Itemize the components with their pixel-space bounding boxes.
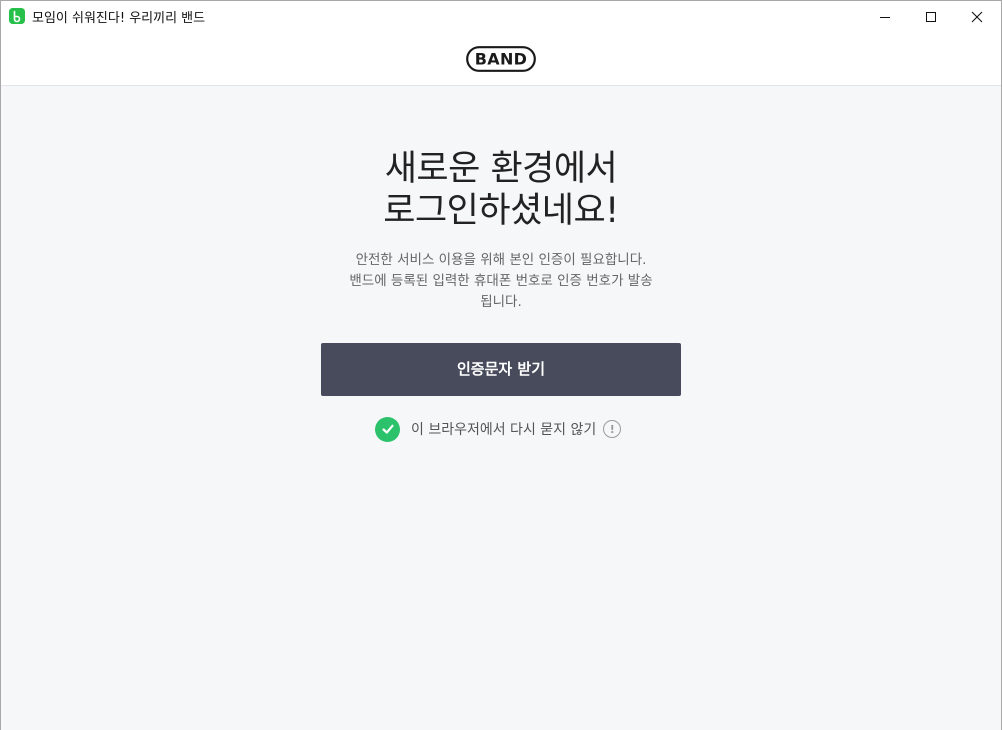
verification-description: 안전한 서비스 이용을 위해 본인 인증이 필요합니다. 밴드에 등록된 입력한…: [251, 250, 751, 313]
minimize-icon: [880, 17, 890, 18]
brand-header: BAND: [1, 33, 1001, 86]
close-button[interactable]: [954, 1, 1000, 33]
band-app-icon: [9, 8, 25, 24]
description-line-1: 안전한 서비스 이용을 위해 본인 인증이 필요합니다.: [355, 252, 647, 268]
description-line-3: 됩니다.: [480, 294, 522, 310]
remember-browser-option[interactable]: 이 브라우저에서 다시 묻지 않기 !: [375, 416, 622, 442]
remember-browser-label[interactable]: 이 브라우저에서 다시 묻지 않기: [411, 419, 596, 439]
verification-panel: 새로운 환경에서 로그인하셨네요! 안전한 서비스 이용을 위해 본인 인증이 …: [1, 86, 1001, 730]
maximize-icon: [926, 12, 936, 22]
close-icon: [971, 11, 983, 23]
checkmark-icon: [381, 424, 394, 434]
page-title-line-1: 새로운 환경에서: [384, 149, 618, 189]
app-window: 모임이 쉬워진다! 우리끼리 밴드 BAND 새로운 환경에서 로그인하셨네요!…: [0, 0, 1002, 730]
window-title: 모임이 쉬워진다! 우리끼리 밴드: [32, 11, 206, 26]
info-icon[interactable]: !: [603, 420, 622, 438]
remember-browser-checkbox[interactable]: [375, 416, 400, 442]
page-title-line-2: 로그인하셨네요!: [383, 191, 619, 231]
receive-sms-button[interactable]: 인증문자 받기: [321, 343, 681, 396]
page-title: 새로운 환경에서 로그인하셨네요!: [251, 148, 751, 232]
band-logo-text: BAND: [475, 50, 527, 69]
description-line-2: 밴드에 등록된 입력한 휴대폰 번호로 인증 번호가 발송: [349, 273, 653, 289]
band-logo: BAND: [466, 46, 536, 72]
maximize-button[interactable]: [908, 1, 954, 33]
minimize-button[interactable]: [862, 1, 908, 33]
title-bar[interactable]: 모임이 쉬워진다! 우리끼리 밴드: [1, 1, 1001, 33]
